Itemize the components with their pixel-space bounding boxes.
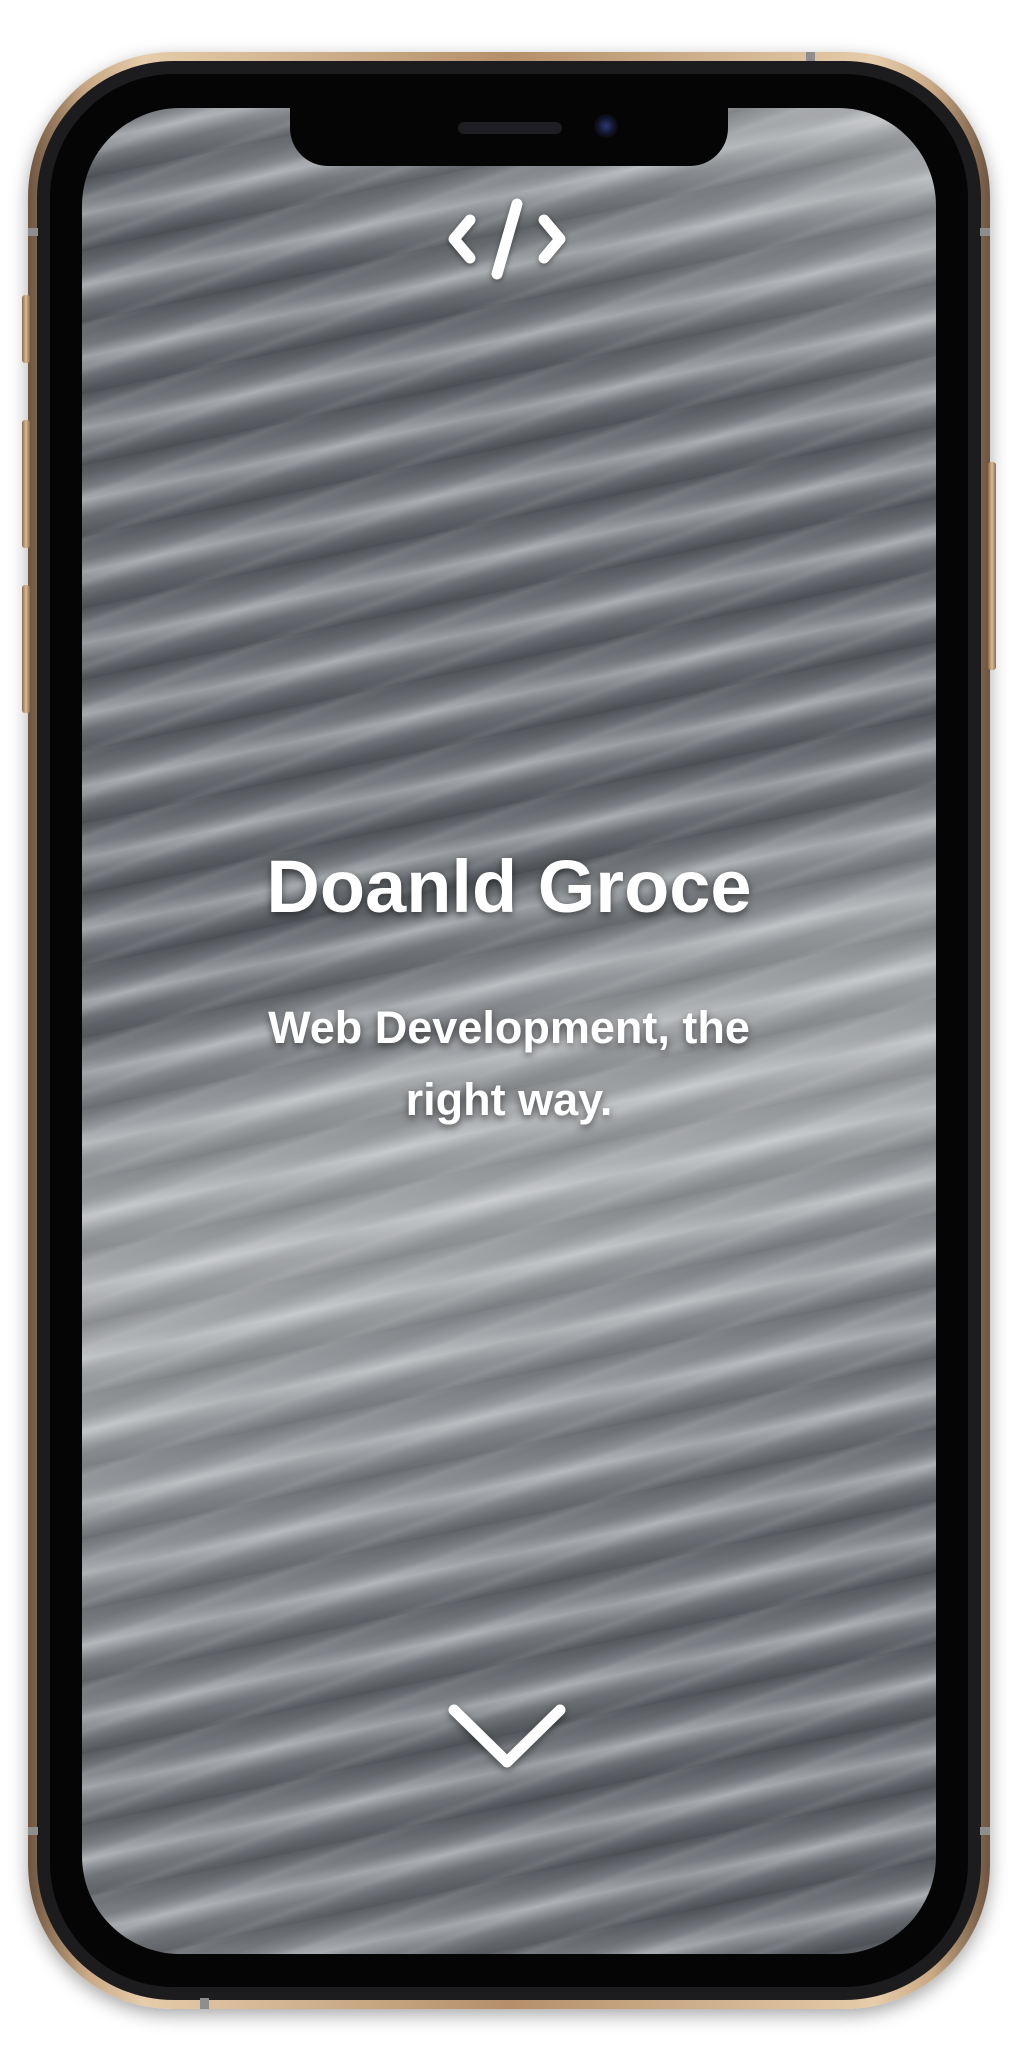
volume-down-button	[22, 585, 30, 713]
antenna-band	[980, 228, 990, 236]
front-camera	[594, 114, 618, 138]
volume-up-button	[22, 420, 30, 548]
code-brackets-icon[interactable]	[442, 196, 572, 282]
chevron-down-icon[interactable]	[442, 1690, 572, 1780]
antenna-band	[28, 1827, 38, 1835]
notch	[290, 104, 728, 166]
earpiece-speaker	[458, 122, 562, 134]
mute-switch	[22, 295, 30, 363]
antenna-band	[806, 52, 815, 61]
hero-title: Doanld Groce	[266, 845, 752, 928]
antenna-band	[200, 1998, 209, 2009]
hero-subtitle: Web Development, the right way.	[268, 1002, 750, 1125]
antenna-band	[28, 228, 38, 236]
antenna-band	[980, 1827, 990, 1835]
power-button	[988, 462, 996, 670]
